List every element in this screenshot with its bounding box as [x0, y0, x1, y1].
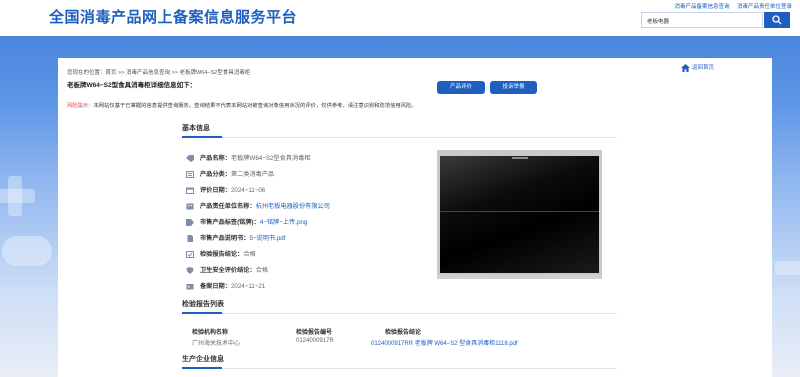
product-image	[437, 150, 602, 279]
risk-notice: 风险提示：本网站仅基于已掌握的信息提供查询服务。查询结果不代表本网站对被查询对象…	[67, 101, 417, 109]
home-link[interactable]: 返回首页	[681, 63, 714, 72]
basic-info-divider	[182, 136, 617, 138]
field-safety-evaluation: 卫生安全评价结论：合格	[186, 265, 268, 274]
report-list-title: 检验报告列表	[182, 301, 224, 308]
product-label-file-link[interactable]: 4−铭牌−上传.png	[260, 219, 307, 226]
complaint-button[interactable]: 投诉举报	[490, 81, 537, 94]
product-door-line	[440, 211, 599, 212]
field-product-manual: 市售产品说明书：5−说明书.pdf	[186, 233, 285, 242]
product-manual-file-link[interactable]: 5−说明书.pdf	[250, 235, 286, 242]
col-header-agency: 检验机构名称	[192, 330, 229, 336]
product-evaluate-button[interactable]: 产品评价	[437, 81, 485, 94]
shield-icon	[186, 266, 194, 274]
calendar-icon	[186, 187, 194, 194]
field-evaluation-date: 评价日期：2024−11−06	[186, 185, 265, 194]
field-product-category: 产品分类：第二类消毒产品	[186, 169, 274, 178]
unit-login-link[interactable]: 消毒产品责任单位登录	[737, 4, 792, 10]
field-record-date: 备案日期：2024−11−21	[186, 281, 265, 290]
label-icon	[186, 218, 194, 226]
col-header-report-number: 检验报告编号	[296, 330, 333, 336]
search-input[interactable]: 老板电器	[641, 12, 763, 28]
report-file-link[interactable]: 0124000917RR 老板牌 W64−S2 型食具消毒柜1118.pdf	[371, 338, 518, 347]
col-header-report-conclusion: 检验报告结论	[385, 330, 422, 336]
search-icon	[772, 15, 782, 25]
report-agency-cell: 广州海关技术中心	[192, 341, 241, 347]
field-product-name: 产品名称：老板牌W64−S2型食具消毒柜	[186, 153, 311, 162]
document-icon	[186, 170, 194, 178]
field-product-label: 市售产品标签(铭牌)：4−铭牌−上传.png	[186, 217, 307, 226]
home-link-label: 返回首页	[692, 65, 715, 71]
report-icon	[186, 250, 194, 258]
search-button[interactable]	[764, 12, 790, 28]
building-icon	[186, 203, 194, 210]
decor-cloud	[2, 236, 52, 266]
responsible-unit-link[interactable]: 杭州老板电器股份有限公司	[256, 203, 330, 210]
tag-icon	[186, 154, 194, 162]
product-logo	[512, 157, 528, 159]
top-bar: 全国消毒产品网上备案信息服务平台 消毒产品备案信息查询 消毒产品责任单位登录 老…	[0, 0, 800, 36]
field-inspection-conclusion: 检验报告结论：合格	[186, 249, 256, 258]
producer-info-title: 生产企业信息	[182, 356, 224, 363]
top-links: 消毒产品备案信息查询 消毒产品责任单位登录	[668, 2, 792, 10]
risk-notice-label: 风险提示：	[67, 103, 94, 109]
file-icon	[187, 234, 193, 242]
product-base	[437, 275, 602, 279]
home-icon	[681, 63, 690, 72]
risk-notice-text: 本网站仅基于已掌握的信息提供查询服务。查询结果不代表本网站对被查询对象信用状况的…	[93, 103, 417, 109]
report-number-cell: 0124000917R	[296, 338, 334, 344]
calendar-icon	[186, 283, 194, 290]
site-title[interactable]: 全国消毒产品网上备案信息服务平台	[49, 6, 297, 27]
report-list-divider	[182, 312, 617, 314]
basic-info-title: 基本信息	[182, 125, 210, 132]
decor-cross-bar	[0, 189, 35, 203]
producer-info-divider	[182, 367, 617, 369]
content-panel: 您现在的位置：首页 >> 消毒产品信息查询 >> 老板牌W64−S2型食具消毒柜…	[58, 58, 772, 377]
breadcrumb: 您现在的位置：首页 >> 消毒产品信息查询 >> 老板牌W64−S2型食具消毒柜	[67, 70, 251, 76]
decor-cross-right	[775, 261, 800, 275]
record-query-link[interactable]: 消毒产品备案信息查询	[674, 4, 729, 10]
field-responsible-unit: 产品责任单位名称：杭州老板电器股份有限公司	[186, 201, 330, 210]
page-heading: 老板牌W64−S2型食具消毒柜详细信息如下：	[67, 82, 197, 89]
